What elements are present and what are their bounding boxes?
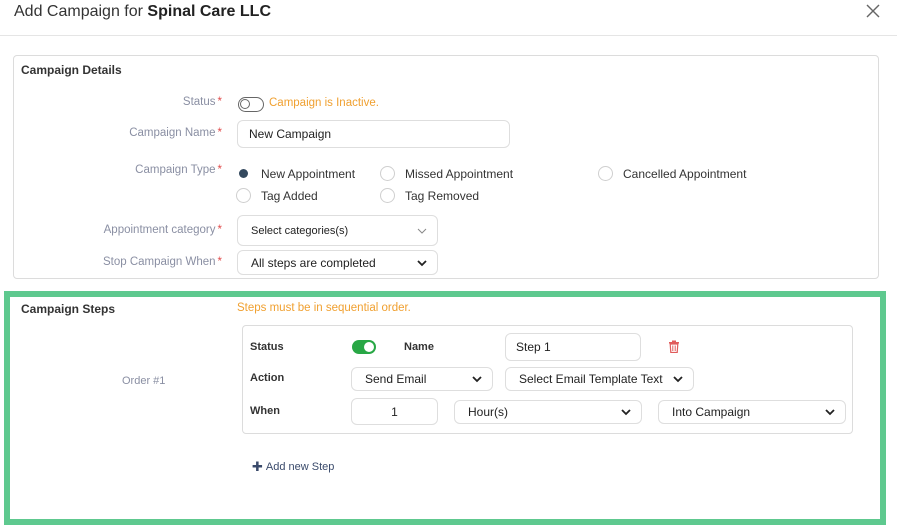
radio-tag-removed[interactable]: Tag Removed bbox=[380, 188, 479, 203]
appointment-category-select[interactable]: Select categories(s) bbox=[237, 215, 438, 246]
step-order-label: Order #1 bbox=[122, 375, 166, 387]
campaign-name-input[interactable]: New Campaign bbox=[237, 120, 510, 148]
radio-new-appointment[interactable]: New Appointment bbox=[236, 166, 355, 181]
step-name-label: Name bbox=[404, 341, 434, 353]
modal-title-prefix: Add Campaign for bbox=[14, 3, 143, 20]
campaign-status-toggle[interactable] bbox=[238, 97, 264, 112]
status-label: Status * bbox=[182, 96, 222, 108]
chevron-down-icon bbox=[417, 228, 427, 234]
modal-header: Add Campaign for Spinal Care LLC bbox=[0, 0, 897, 36]
step-when-unit-select[interactable]: Hour(s) bbox=[454, 400, 642, 424]
steps-order-note: Steps must be in sequential order. bbox=[237, 302, 411, 314]
radio-checked-icon bbox=[236, 166, 251, 181]
plus-icon: ✚ bbox=[252, 459, 263, 474]
status-message: Campaign is Inactive. bbox=[269, 97, 379, 109]
stop-campaign-label: Stop Campaign When * bbox=[103, 256, 222, 268]
radio-unchecked-icon bbox=[598, 166, 613, 181]
toggle-knob bbox=[364, 342, 374, 352]
toggle-knob bbox=[240, 99, 250, 109]
step-when-label: When bbox=[250, 405, 280, 417]
stop-campaign-select[interactable]: All steps are completed bbox=[237, 250, 438, 275]
campaign-details-title: Campaign Details bbox=[21, 63, 122, 77]
add-new-step-button[interactable]: ✚ Add new Step bbox=[252, 459, 334, 475]
chevron-down-icon bbox=[621, 409, 631, 416]
modal-title-client-name: Spinal Care LLC bbox=[147, 3, 271, 20]
appointment-category-label: Appointment category * bbox=[103, 224, 222, 236]
close-icon[interactable] bbox=[862, 0, 884, 22]
trash-icon[interactable] bbox=[668, 340, 680, 353]
modal-title: Add Campaign for Spinal Care LLC bbox=[14, 3, 271, 21]
radio-cancelled-appointment[interactable]: Cancelled Appointment bbox=[598, 166, 746, 181]
radio-unchecked-icon bbox=[236, 188, 251, 203]
step-status-label: Status bbox=[250, 341, 284, 353]
chevron-down-icon bbox=[825, 409, 835, 416]
campaign-type-label: Campaign Type * bbox=[135, 164, 222, 176]
chevron-down-icon bbox=[417, 259, 427, 266]
step-action-select[interactable]: Send Email bbox=[351, 367, 493, 391]
chevron-down-icon bbox=[472, 376, 482, 383]
step-action-label: Action bbox=[250, 372, 285, 384]
step-when-reference-select[interactable]: Into Campaign bbox=[658, 400, 846, 424]
campaign-steps-title: Campaign Steps bbox=[21, 302, 116, 316]
step-email-template-select[interactable]: Select Email Template Text bbox=[505, 367, 694, 391]
chevron-down-icon bbox=[673, 376, 683, 383]
radio-tag-added[interactable]: Tag Added bbox=[236, 188, 318, 203]
radio-unchecked-icon bbox=[380, 188, 395, 203]
radio-missed-appointment[interactable]: Missed Appointment bbox=[380, 166, 513, 181]
campaign-name-label: Campaign Name * bbox=[129, 127, 222, 139]
step-name-input[interactable]: Step 1 bbox=[505, 333, 641, 361]
step-status-toggle[interactable] bbox=[352, 340, 376, 354]
step-when-amount-input[interactable]: 1 bbox=[351, 398, 438, 425]
radio-unchecked-icon bbox=[380, 166, 395, 181]
